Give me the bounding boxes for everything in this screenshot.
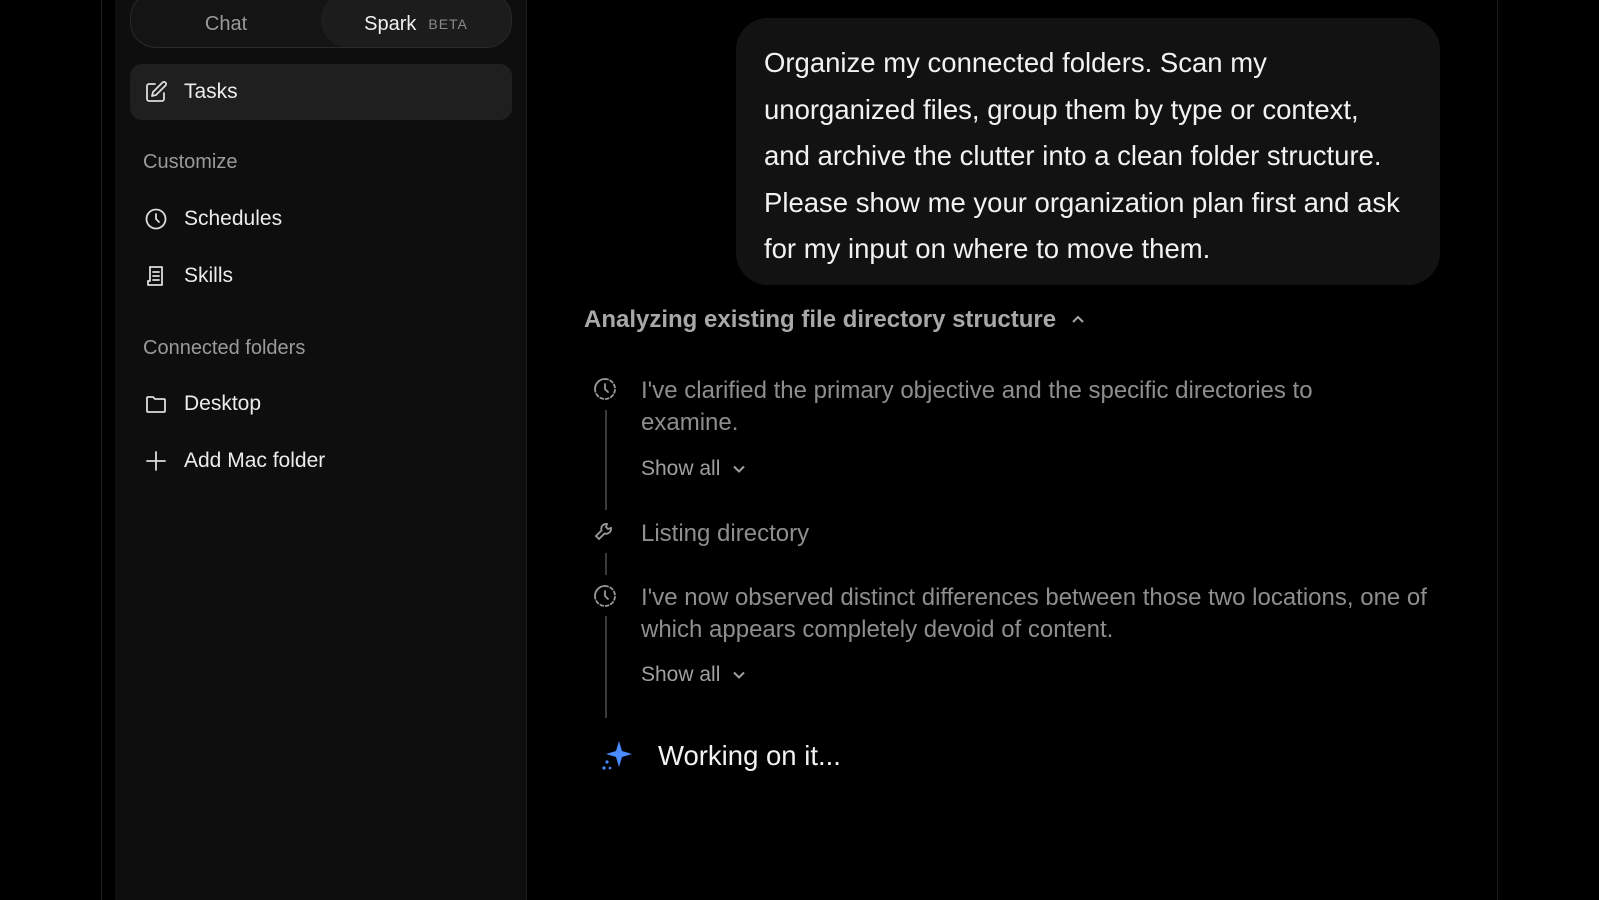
chevron-down-icon <box>733 671 746 679</box>
customize-heading: Customize <box>143 151 238 173</box>
tab-spark[interactable]: Spark BETA <box>321 0 511 47</box>
window-edge-right <box>1497 0 1498 900</box>
chevron-down-icon <box>733 465 746 473</box>
tab-spark-label: Spark <box>364 12 417 35</box>
plus-icon <box>142 447 170 475</box>
sidebar: Chat Spark BETA Tasks Customize Schedule… <box>115 0 527 900</box>
sidebar-item-label: Tasks <box>184 80 238 103</box>
timeline-connector <box>605 410 607 510</box>
show-all-label: Show all <box>641 457 721 480</box>
sidebar-item-desktop[interactable]: Desktop <box>130 376 512 432</box>
thinking-title: Analyzing existing file directory struct… <box>584 306 1057 333</box>
document-icon <box>142 262 170 290</box>
chevron-up-icon <box>1072 315 1084 323</box>
show-all-button[interactable]: Show all <box>641 663 746 687</box>
timeline-connector <box>605 553 607 575</box>
sidebar-item-label: Skills <box>184 264 234 287</box>
folder-icon <box>142 390 170 418</box>
mode-toggle: Chat Spark BETA <box>130 0 512 48</box>
step-text: I've now observed distinct differences b… <box>641 584 1427 643</box>
step-text: Listing directory <box>641 520 810 547</box>
window-edge-left <box>101 0 102 900</box>
thinking-icon <box>592 583 620 611</box>
sidebar-item-label: Add Mac folder <box>184 449 326 472</box>
show-all-button[interactable]: Show all <box>641 457 746 481</box>
add-mac-folder-button[interactable]: Add Mac folder <box>130 433 512 489</box>
working-text: Working on it... <box>658 740 841 771</box>
beta-badge: BETA <box>428 16 468 32</box>
thinking-icon <box>592 376 620 404</box>
user-message-bubble: Organize my connected folders. Scan my u… <box>736 18 1440 285</box>
connected-folders-heading: Connected folders <box>143 337 306 359</box>
sidebar-item-schedules[interactable]: Schedules <box>130 191 512 247</box>
step-text: I've clarified the primary objective and… <box>641 377 1313 436</box>
spark-icon <box>602 741 632 770</box>
show-all-label: Show all <box>641 663 721 686</box>
tab-chat[interactable]: Chat <box>131 0 321 47</box>
edit-icon <box>142 78 170 106</box>
tab-chat-label: Chat <box>204 12 248 35</box>
sidebar-item-skills[interactable]: Skills <box>130 248 512 304</box>
timeline-connector <box>605 616 607 718</box>
working-status: Working on it... <box>598 738 841 774</box>
thinking-toggle[interactable]: Analyzing existing file directory struct… <box>584 306 1086 334</box>
wrench-icon <box>592 519 620 547</box>
sidebar-item-tasks[interactable]: Tasks <box>130 64 512 120</box>
sidebar-item-label: Schedules <box>184 207 283 230</box>
clock-icon <box>142 205 170 233</box>
sidebar-item-label: Desktop <box>184 392 262 415</box>
